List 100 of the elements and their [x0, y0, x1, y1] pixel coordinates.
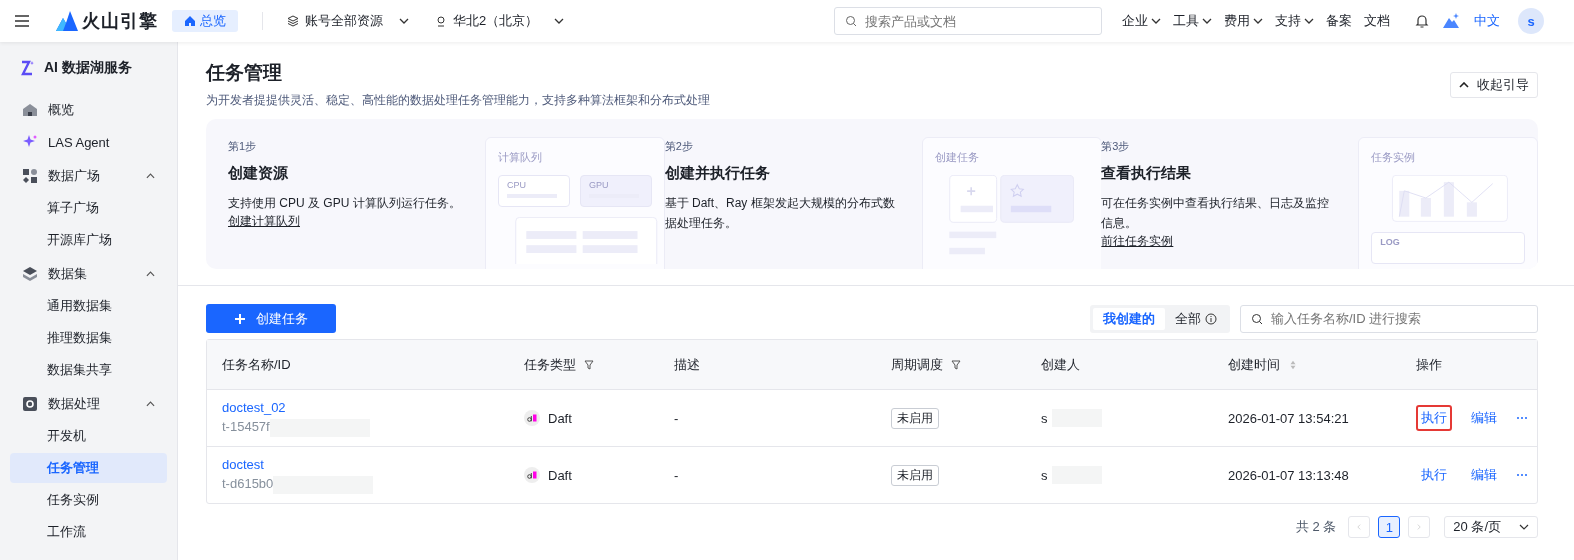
- task-type: Daft: [548, 467, 572, 483]
- step-text: 支持使用 CPU 及 GPU 计算队列运行任务。: [228, 195, 461, 212]
- column-header: 创建人: [1041, 355, 1080, 374]
- region-dropdown[interactable]: 华北2（北京）: [435, 12, 565, 30]
- daft-logo-icon: [524, 467, 540, 483]
- sidebar-item[interactable]: 任务管理: [10, 453, 167, 483]
- nav-menu[interactable]: 工具: [1173, 12, 1212, 30]
- step-title: 查看执行结果: [1101, 164, 1192, 183]
- nav-menu[interactable]: 支持: [1275, 12, 1314, 30]
- action-link[interactable]: 执行: [1416, 405, 1452, 431]
- chevron-down-icon: [1304, 18, 1314, 24]
- chevron-down-icon: [554, 18, 565, 24]
- action-link[interactable]: 编辑: [1466, 462, 1502, 488]
- page-button[interactable]: 1: [1378, 516, 1401, 538]
- column-header: 任务名称/ID: [222, 355, 291, 374]
- log-panel: LOG: [1371, 232, 1526, 264]
- nav-menu[interactable]: 备案: [1326, 12, 1352, 30]
- language-link[interactable]: 中文: [1474, 12, 1500, 30]
- search-icon: [845, 15, 857, 27]
- chevron-down-icon: [1253, 18, 1263, 24]
- layers-icon: [287, 15, 299, 27]
- house-icon: [22, 102, 38, 118]
- step-number: 第2步: [664, 139, 693, 154]
- sidebar-group[interactable]: 数据广场: [10, 161, 167, 191]
- total-count: 共 2 条: [1295, 518, 1337, 536]
- location-icon: [435, 15, 447, 27]
- column-header: 操作: [1416, 355, 1442, 374]
- chevron-down-icon: [1202, 18, 1212, 24]
- column-header: 描述: [674, 355, 700, 374]
- brand-name[interactable]: 火山引擎: [82, 9, 158, 33]
- illustration-title: 任务实例: [1371, 150, 1417, 165]
- action-link[interactable]: 编辑: [1466, 405, 1502, 431]
- sidebar-item[interactable]: 工作流: [10, 517, 167, 547]
- filter-icon[interactable]: [584, 359, 594, 370]
- lake-logo-icon: [18, 59, 36, 77]
- daft-logo-icon: [524, 410, 540, 426]
- mountain-sparkle-icon[interactable]: [1442, 12, 1460, 30]
- task-name-link[interactable]: doctest: [222, 456, 264, 472]
- created-time: 2026-01-07 13:54:21: [1228, 410, 1349, 426]
- illustration-title: 计算队列: [498, 150, 543, 165]
- filter-icon[interactable]: [951, 359, 961, 370]
- sidebar-item[interactable]: 概览: [10, 95, 167, 125]
- scope-tab[interactable]: 我创建的: [1093, 307, 1165, 330]
- sidebar-item[interactable]: 任务实例: [10, 485, 167, 515]
- search-icon: [1251, 312, 1263, 325]
- action-link[interactable]: 执行: [1416, 462, 1452, 488]
- sidebar-item[interactable]: 通用数据集: [10, 291, 167, 321]
- home-icon: [184, 15, 196, 27]
- table-cell: -: [674, 410, 679, 426]
- chevron-down-icon: [1151, 18, 1161, 24]
- menu-icon[interactable]: [14, 13, 30, 29]
- queue-chip: GPU: [580, 175, 652, 207]
- bell-icon[interactable]: [1414, 13, 1430, 29]
- shapes-icon: [22, 168, 38, 184]
- illustration-title: 创建任务: [934, 150, 980, 165]
- step-link[interactable]: 创建计算队列: [228, 213, 300, 230]
- chevron-up-icon: [1459, 82, 1469, 88]
- collapse-guide-button[interactable]: 收起引导: [1450, 72, 1538, 98]
- sidebar-item[interactable]: 算子广场: [10, 193, 167, 223]
- nav-menu[interactable]: 费用: [1224, 12, 1263, 30]
- create-task-button[interactable]: 创建任务: [206, 304, 336, 333]
- chevron-down-icon: [1519, 524, 1529, 530]
- sidebar-group[interactable]: 数据集: [10, 259, 167, 289]
- column-header: 创建时间: [1228, 355, 1280, 374]
- scope-tab[interactable]: 全部: [1165, 307, 1227, 330]
- step-number: 第3步: [1101, 139, 1130, 154]
- step-text: 可在任务实例中查看执行结果、日志及监控信息。: [1101, 195, 1331, 232]
- creator-name: s: [1041, 467, 1048, 483]
- sort-icon[interactable]: [1288, 359, 1298, 370]
- nav-menu[interactable]: 文档: [1364, 12, 1390, 30]
- column-header: 周期调度: [891, 355, 943, 374]
- step-link[interactable]: 前往任务实例: [1101, 233, 1174, 250]
- sidebar-item[interactable]: 推理数据集: [10, 323, 167, 353]
- settings-icon: [22, 396, 38, 412]
- step-title: 创建资源: [228, 164, 288, 183]
- table-cell: -: [674, 467, 679, 483]
- account-scope-dropdown[interactable]: 账号全部资源: [287, 12, 409, 30]
- page-size-select[interactable]: 20 条/页: [1444, 516, 1538, 538]
- task-name-link[interactable]: doctest_02: [222, 399, 286, 415]
- user-avatar[interactable]: s: [1518, 8, 1544, 34]
- sidebar-item[interactable]: 开源库广场: [10, 225, 167, 255]
- step-title: 创建并执行任务: [664, 164, 770, 183]
- sidebar-item[interactable]: LAS Agent: [10, 127, 167, 157]
- sidebar-item[interactable]: 数据集共享: [10, 355, 167, 385]
- task-search-field[interactable]: 输入任务名称/ID 进行搜索: [1240, 304, 1538, 333]
- plus-icon: [234, 312, 246, 325]
- chevron-icon: [146, 401, 155, 407]
- overview-tab[interactable]: 总览: [172, 10, 238, 32]
- chevron-down-icon: [399, 18, 409, 24]
- sidebar-item[interactable]: 开发机: [10, 421, 167, 451]
- more-icon[interactable]: [1516, 473, 1528, 477]
- nav-menu[interactable]: 企业: [1122, 12, 1161, 30]
- status-tag: 未启用: [891, 407, 939, 429]
- creator-name: s: [1041, 410, 1048, 426]
- sidebar-group[interactable]: 数据处理: [10, 389, 167, 419]
- chevron-icon: [146, 173, 155, 179]
- search-field[interactable]: 搜索产品或文档: [834, 7, 1102, 35]
- layers-icon: [22, 266, 38, 282]
- more-icon[interactable]: [1516, 416, 1528, 420]
- page-description: 为开发者提提供灵活、稳定、高性能的数据处理任务管理能力，支持多种算法框架和分布式处理: [206, 92, 711, 109]
